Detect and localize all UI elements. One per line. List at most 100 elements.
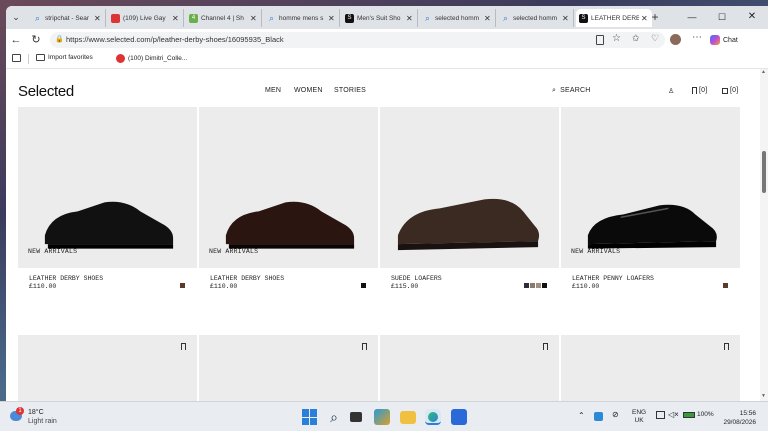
tab-2[interactable]: (109) Live Gay ✕ (108, 9, 184, 27)
url-text: https://www.selected.com/p/leather-derby… (66, 35, 284, 44)
weather-widget[interactable]: 1 18°C Light rain (8, 407, 78, 429)
product-card[interactable]: NEW ARRIVALS LEATHER PENNY LOAFERS £110.00 (561, 107, 740, 302)
display-icon[interactable] (656, 411, 665, 419)
refresh-button[interactable]: ↻ (30, 34, 42, 46)
start-windows-icon[interactable] (302, 409, 318, 425)
product-card-next-row[interactable] (18, 335, 197, 401)
tab-8[interactable]: S LEATHER DERB ✕ (576, 9, 652, 27)
color-swatch[interactable] (723, 283, 728, 288)
clock-date: 29/08/2026 (723, 419, 756, 426)
product-image[interactable]: NEW ARRIVALS (18, 107, 197, 268)
profile-avatar[interactable] (670, 34, 681, 45)
back-button[interactable]: ← (10, 34, 22, 46)
color-swatch[interactable] (530, 283, 535, 288)
show-hidden-icons-chevron-icon[interactable]: ⌃ (578, 411, 585, 420)
close-window-button[interactable]: ✕ (744, 10, 760, 24)
bag-button[interactable]: [0] (722, 87, 738, 94)
color-swatch[interactable] (536, 283, 541, 288)
account-icon[interactable]: ♙ (668, 87, 674, 95)
volume-icon[interactable]: ◁× (668, 410, 679, 419)
task-view-icon[interactable] (350, 412, 362, 422)
tab-4[interactable]: ⌕ homme mens s ✕ (264, 9, 340, 27)
tab-3[interactable]: 4 Channel 4 | Sh ✕ (186, 9, 262, 27)
bag-icon (722, 88, 728, 94)
language-indicator[interactable]: ENG UK (632, 409, 646, 425)
product-card-next-row[interactable] (561, 335, 740, 401)
search-button[interactable]: ⌕ SEARCH (552, 87, 591, 95)
bookmark-icon (692, 87, 697, 94)
scrollbar-thumb[interactable] (762, 151, 766, 193)
favorite-link-dimitri[interactable]: (100) Dimitri_Colle... (116, 54, 187, 63)
new-tab-button[interactable]: + (648, 10, 662, 24)
site-logo[interactable]: Selected (18, 83, 74, 100)
clock[interactable]: 15:56 29/08/2026 (720, 409, 756, 427)
product-card[interactable]: NEW ARRIVALS LEATHER DERBY SHOES £110.00 (18, 107, 197, 302)
close-tab-icon[interactable]: ✕ (562, 14, 570, 23)
store-icon[interactable] (451, 409, 467, 425)
bookmark-icon[interactable] (181, 343, 186, 352)
tab-6[interactable]: ⌕ selected homm ✕ (420, 9, 496, 27)
product-card[interactable]: NEW ARRIVALS LEATHER DERBY SHOES £110.00 (199, 107, 378, 302)
tab-actions-chevron-icon[interactable]: ⌄ (10, 11, 22, 23)
product-image[interactable]: NEW ARRIVALS (561, 107, 740, 268)
new-arrivals-badge: NEW ARRIVALS (571, 248, 621, 255)
page-scrollbar[interactable]: ▲ ▼ (760, 69, 768, 401)
battery-percent: 100% (697, 411, 714, 418)
close-tab-icon[interactable]: ✕ (172, 14, 180, 23)
product-card-next-row[interactable] (380, 335, 559, 401)
product-card[interactable]: SUEDE LOAFERS £115.00 (380, 107, 559, 302)
color-swatch[interactable] (361, 283, 366, 288)
edge-browser-icon[interactable] (425, 409, 441, 425)
more-options-icon[interactable]: ⋯ (692, 32, 702, 43)
bookmark-icon[interactable] (362, 343, 367, 352)
search-icon[interactable]: ⌕ (326, 409, 342, 425)
file-explorer-icon[interactable] (400, 411, 416, 424)
nav-stories[interactable]: STORIES (334, 87, 366, 94)
search-icon: ⌕ (424, 12, 431, 23)
color-swatch[interactable] (542, 283, 547, 288)
tab-7[interactable]: ⌕ selected homm ✕ (498, 9, 574, 27)
browser-essentials-icon[interactable]: ♡ (651, 33, 659, 44)
nav-men[interactable]: MEN (265, 87, 281, 94)
product-name[interactable]: LEATHER DERBY SHOES (29, 275, 103, 282)
color-swatch[interactable] (180, 283, 185, 288)
nav-women[interactable]: WOMEN (294, 87, 323, 94)
copilot-icon (710, 35, 720, 45)
copilot-chat-button[interactable]: Chat (710, 33, 738, 47)
photos-app-icon[interactable] (374, 409, 390, 425)
battery-icon (683, 411, 695, 418)
import-favorites-link[interactable]: Import favorites (36, 54, 93, 61)
product-name[interactable]: LEATHER PENNY LOAFERS (572, 275, 654, 282)
close-tab-icon[interactable]: ✕ (94, 14, 102, 23)
product-name[interactable]: LEATHER DERBY SHOES (210, 275, 284, 282)
product-card-next-row[interactable] (199, 335, 378, 401)
bookmark-icon[interactable] (543, 343, 548, 352)
chat-label: Chat (723, 36, 738, 44)
tray-app-icon[interactable] (594, 412, 603, 421)
close-tab-icon[interactable]: ✕ (406, 14, 414, 23)
favorites-icon[interactable]: ✩ (632, 33, 640, 44)
bookmark-icon[interactable] (724, 343, 729, 352)
close-tab-icon[interactable]: ✕ (328, 14, 336, 23)
address-bar[interactable]: 🔒 https://www.selected.com/p/leather-der… (50, 32, 665, 48)
product-image[interactable]: NEW ARRIVALS (199, 107, 378, 268)
scroll-up-arrow[interactable]: ▲ (761, 69, 766, 75)
close-tab-icon[interactable]: ✕ (250, 14, 258, 23)
tab-1[interactable]: ⌕ stripchat - Sear ✕ (30, 9, 106, 27)
close-tab-icon[interactable]: ✕ (484, 14, 492, 23)
scroll-down-arrow[interactable]: ▼ (761, 393, 766, 399)
tab-5[interactable]: S Men's Suit Sho ✕ (342, 9, 418, 27)
wallet-icon[interactable] (12, 54, 21, 62)
tray-network-off-icon[interactable]: ⊘ (612, 410, 619, 419)
maximize-button[interactable]: ☐ (714, 10, 730, 24)
battery-indicator[interactable]: 100% (683, 411, 714, 418)
product-name[interactable]: SUEDE LOAFERS (391, 275, 442, 282)
color-swatch[interactable] (524, 283, 529, 288)
minimize-button[interactable]: — (684, 10, 700, 24)
reader-mode-icon[interactable] (596, 35, 604, 45)
favorite-star-icon[interactable]: ☆ (612, 33, 621, 44)
product-image[interactable] (380, 107, 559, 268)
wishlist-button[interactable]: [0] (692, 87, 707, 94)
weather-badge: 1 (16, 407, 24, 415)
product-price: £115.00 (391, 283, 419, 290)
